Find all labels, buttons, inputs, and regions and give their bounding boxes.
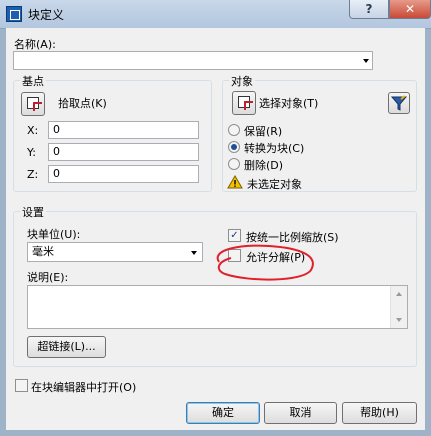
base-point-title: 基点 [20, 73, 46, 89]
convert-to-block-label: 转换为块(C) [244, 142, 305, 155]
chevron-down-icon [191, 251, 197, 255]
pick-point-button[interactable] [21, 92, 45, 116]
description-label: 说明(E): [27, 271, 69, 284]
convert-to-block-radio[interactable] [228, 141, 240, 153]
description-scrollbar[interactable] [390, 286, 407, 328]
quick-select-button[interactable] [388, 92, 410, 114]
description-textarea[interactable] [27, 285, 408, 329]
block-unit-label: 块单位(U): [27, 228, 81, 241]
select-objects-button[interactable] [232, 91, 256, 115]
retain-label: 保留(R) [244, 125, 283, 138]
x-label: X: [27, 124, 39, 137]
warning-icon [227, 175, 243, 189]
close-window-button[interactable]: ✕ [389, 0, 431, 19]
title-bar: 块定义 ? ✕ [0, 0, 431, 29]
y-field[interactable]: 0 [48, 143, 199, 161]
help-window-button[interactable]: ? [349, 0, 389, 19]
block-unit-select[interactable]: 毫米 [27, 242, 203, 262]
pick-point-label: 拾取点(K) [58, 97, 107, 110]
delete-label: 删除(D) [244, 159, 284, 172]
ok-button[interactable]: 确定 [186, 402, 260, 424]
pick-point-icon [27, 97, 42, 111]
funnel-icon [390, 95, 408, 111]
name-combobox[interactable] [13, 51, 373, 70]
delete-radio[interactable] [228, 158, 240, 170]
name-label: 名称(A): [14, 38, 56, 51]
hyperlink-button[interactable]: 超链接(L)... [27, 336, 106, 358]
open-in-block-editor-label: 在块编辑器中打开(O) [31, 381, 137, 394]
retain-radio[interactable] [228, 124, 240, 136]
window-title: 块定义 [28, 8, 65, 22]
scroll-down-icon[interactable] [396, 318, 402, 322]
scroll-up-icon[interactable] [396, 292, 402, 296]
cancel-button[interactable]: 取消 [264, 402, 337, 424]
y-label: Y: [27, 146, 36, 159]
open-in-block-editor-checkbox[interactable] [15, 379, 28, 392]
block-unit-value: 毫米 [32, 245, 54, 258]
red-annotation-circle [216, 244, 314, 281]
dialog-body: 名称(A): 基点 拾取点(K) X: 0 Y: 0 Z: 0 对象 选择对象(… [6, 28, 425, 430]
z-field[interactable]: 0 [48, 165, 199, 183]
no-objects-selected-text: 未选定对象 [247, 178, 302, 191]
select-objects-label: 选择对象(T) [259, 97, 319, 110]
select-objects-icon [238, 96, 253, 110]
objects-title: 对象 [229, 73, 255, 89]
chevron-down-icon [363, 59, 369, 63]
x-field[interactable]: 0 [48, 121, 199, 139]
autocad-app-icon [6, 6, 22, 22]
z-label: Z: [27, 168, 39, 181]
settings-title: 设置 [20, 204, 46, 220]
help-button[interactable]: 帮助(H) [342, 402, 417, 424]
